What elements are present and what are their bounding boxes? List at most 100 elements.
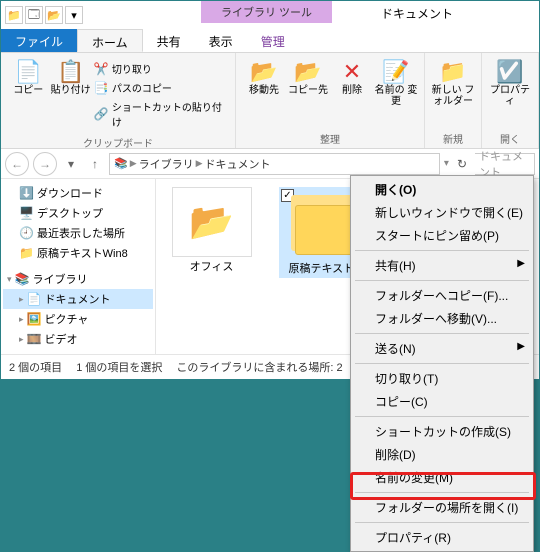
nav-tree: ⬇️ダウンロード 🖥️デスクトップ 🕘最近表示した場所 📁原稿テキストWin8 … [1,179,156,354]
chevron-down-icon: ▾ [7,274,12,285]
ctx-delete[interactable]: 削除(D) [353,443,531,466]
ctx-cut[interactable]: 切り取り(T) [353,367,531,390]
tree-libraries[interactable]: ▾📚ライブラリ [3,269,153,289]
paste-button[interactable]: 📋貼り付け [49,57,91,133]
folder-item-office[interactable]: 📂 オフィス [164,187,259,274]
nav-forward-button[interactable]: → [33,152,57,176]
nav-up-button[interactable]: ↑ [85,157,105,171]
picture-icon: 🖼️ [27,312,42,326]
ctx-rename[interactable]: 名前の変更(M) [353,466,531,489]
pasteshortcut-button[interactable]: 🔗ショートカットの貼り付け [94,99,227,129]
rename-button[interactable]: 📝名前の 変更 [374,57,418,129]
breadcrumb-seg-libraries[interactable]: ライブラリ [139,156,194,172]
ctx-copy[interactable]: コピー(C) [353,390,531,413]
ctx-open[interactable]: 開く(O) [353,178,531,201]
folder-icon: 📁 [19,246,34,260]
separator [355,416,529,417]
copyto-button[interactable]: 📂コピー先 [286,57,330,129]
chevron-right-icon: ▶ [517,341,525,352]
rename-icon: 📝 [382,61,409,83]
ribbon-tabs: ファイル ホーム 共有 表示 管理 [1,29,539,53]
folder-icon: 📁 [5,6,23,24]
cut-button[interactable]: ✂️切り取り [94,61,227,76]
tab-manage[interactable]: 管理 [247,29,299,52]
delete-icon: ✕ [343,61,361,83]
tree-documents[interactable]: ▸📄ドキュメント [3,289,153,309]
tab-home[interactable]: ホーム [77,29,143,52]
context-menu: 開く(O) 新しいウィンドウで開く(E) スタートにピン留め(P) 共有(H)▶… [350,175,534,552]
tree-downloads[interactable]: ⬇️ダウンロード [3,183,153,203]
paste-icon: 📋 [57,61,84,83]
ctx-copy-folder[interactable]: フォルダーへコピー(F)... [353,284,531,307]
video-icon: 🎞️ [27,332,42,346]
status-library: このライブラリに含まれる場所: 2 [176,359,342,375]
nav-history-dropdown[interactable]: ▾ [61,157,81,171]
tab-share[interactable]: 共有 [143,29,195,52]
properties-icon: ☑️ [496,61,523,83]
tree-recent[interactable]: 🕘最近表示した場所 [3,223,153,243]
breadcrumb-seg-documents[interactable]: ドキュメント [205,156,271,172]
copypath-button[interactable]: 📑パスのコピー [94,80,227,95]
ctx-send-to[interactable]: 送る(N)▶ [353,337,531,360]
ribbon-group-organize: 📂移動先 📂コピー先 ✕削除 📝名前の 変更 整理 [236,53,425,148]
breadcrumb-dropdown[interactable]: ▾ [444,158,449,169]
moveto-icon: 📂 [250,61,277,83]
properties-button[interactable]: ☑️プロパティ [488,57,532,129]
newfolder-button[interactable]: 📁新しい フォルダー [431,57,475,129]
separator [355,363,529,364]
cut-icon: ✂️ [94,62,109,76]
desktop-icon: 🖥️ [19,206,34,220]
separator [355,522,529,523]
window-title: ドキュメント [381,5,453,22]
ribbon-group-clipboard: 📄コピー 📋貼り付け ✂️切り取り 📑パスのコピー 🔗ショートカットの貼り付け … [1,53,236,148]
item-label: オフィス [190,261,234,274]
dropdown-icon[interactable]: ▾ [65,6,83,24]
properties-icon[interactable]: 🗔 [25,6,43,24]
quick-access-toolbar: 📁 🗔 📂 ▾ [1,6,83,24]
separator [355,280,529,281]
ribbon-group-open: ☑️プロパティ 開く [482,53,539,148]
document-icon: 📄 [27,292,42,306]
newfolder-icon: 📁 [439,61,466,83]
copy-icon: 📄 [15,61,42,83]
ctx-properties[interactable]: プロパティ(R) [353,526,531,549]
tool-tab-label: ライブラリ ツール [201,1,332,23]
copyto-icon: 📂 [294,61,321,83]
tab-file[interactable]: ファイル [1,29,77,52]
tab-view[interactable]: 表示 [195,29,247,52]
moveto-button[interactable]: 📂移動先 [242,57,286,129]
chevron-right-icon: ▶ [130,158,137,169]
tree-pictures[interactable]: ▸🖼️ピクチャ [3,309,153,329]
breadcrumb-root-icon: 📚 [114,157,128,170]
ribbon-group-new: 📁新しい フォルダー 新規 [425,53,482,148]
chevron-right-icon: ▸ [19,334,24,345]
tree-desktop[interactable]: 🖥️デスクトップ [3,203,153,223]
chevron-right-icon: ▶ [196,158,203,169]
separator [355,492,529,493]
chevron-right-icon: ▸ [19,294,24,305]
ctx-shortcut[interactable]: ショートカットの作成(S) [353,420,531,443]
search-box[interactable]: ドキュメント [475,153,535,175]
delete-button[interactable]: ✕削除 [330,57,374,129]
shortcut-icon: 🔗 [94,107,109,121]
copy-button[interactable]: 📄コピー [7,57,49,133]
new-folder-icon[interactable]: 📂 [45,6,63,24]
status-count: 2 個の項目 [9,359,62,375]
separator [355,333,529,334]
path-icon: 📑 [94,81,109,95]
tree-genkou[interactable]: 📁原稿テキストWin8 [3,243,153,263]
ctx-share[interactable]: 共有(H)▶ [353,254,531,277]
titlebar: 📁 🗔 📂 ▾ ライブラリ ツール ドキュメント [1,1,539,29]
chevron-right-icon: ▶ [517,258,525,269]
ctx-pin-start[interactable]: スタートにピン留め(P) [353,224,531,247]
ctx-move-folder[interactable]: フォルダーへ移動(V)... [353,307,531,330]
status-selected: 1 個の項目を選択 [76,359,162,375]
separator [355,250,529,251]
library-icon: 📚 [15,272,30,286]
chevron-right-icon: ▸ [19,314,24,325]
refresh-button[interactable]: ↻ [453,157,471,171]
breadcrumb[interactable]: 📚 ▶ ライブラリ ▶ ドキュメント [109,153,440,175]
nav-back-button[interactable]: ← [5,152,29,176]
ctx-open-new[interactable]: 新しいウィンドウで開く(E) [353,201,531,224]
tree-videos[interactable]: ▸🎞️ビデオ [3,329,153,349]
